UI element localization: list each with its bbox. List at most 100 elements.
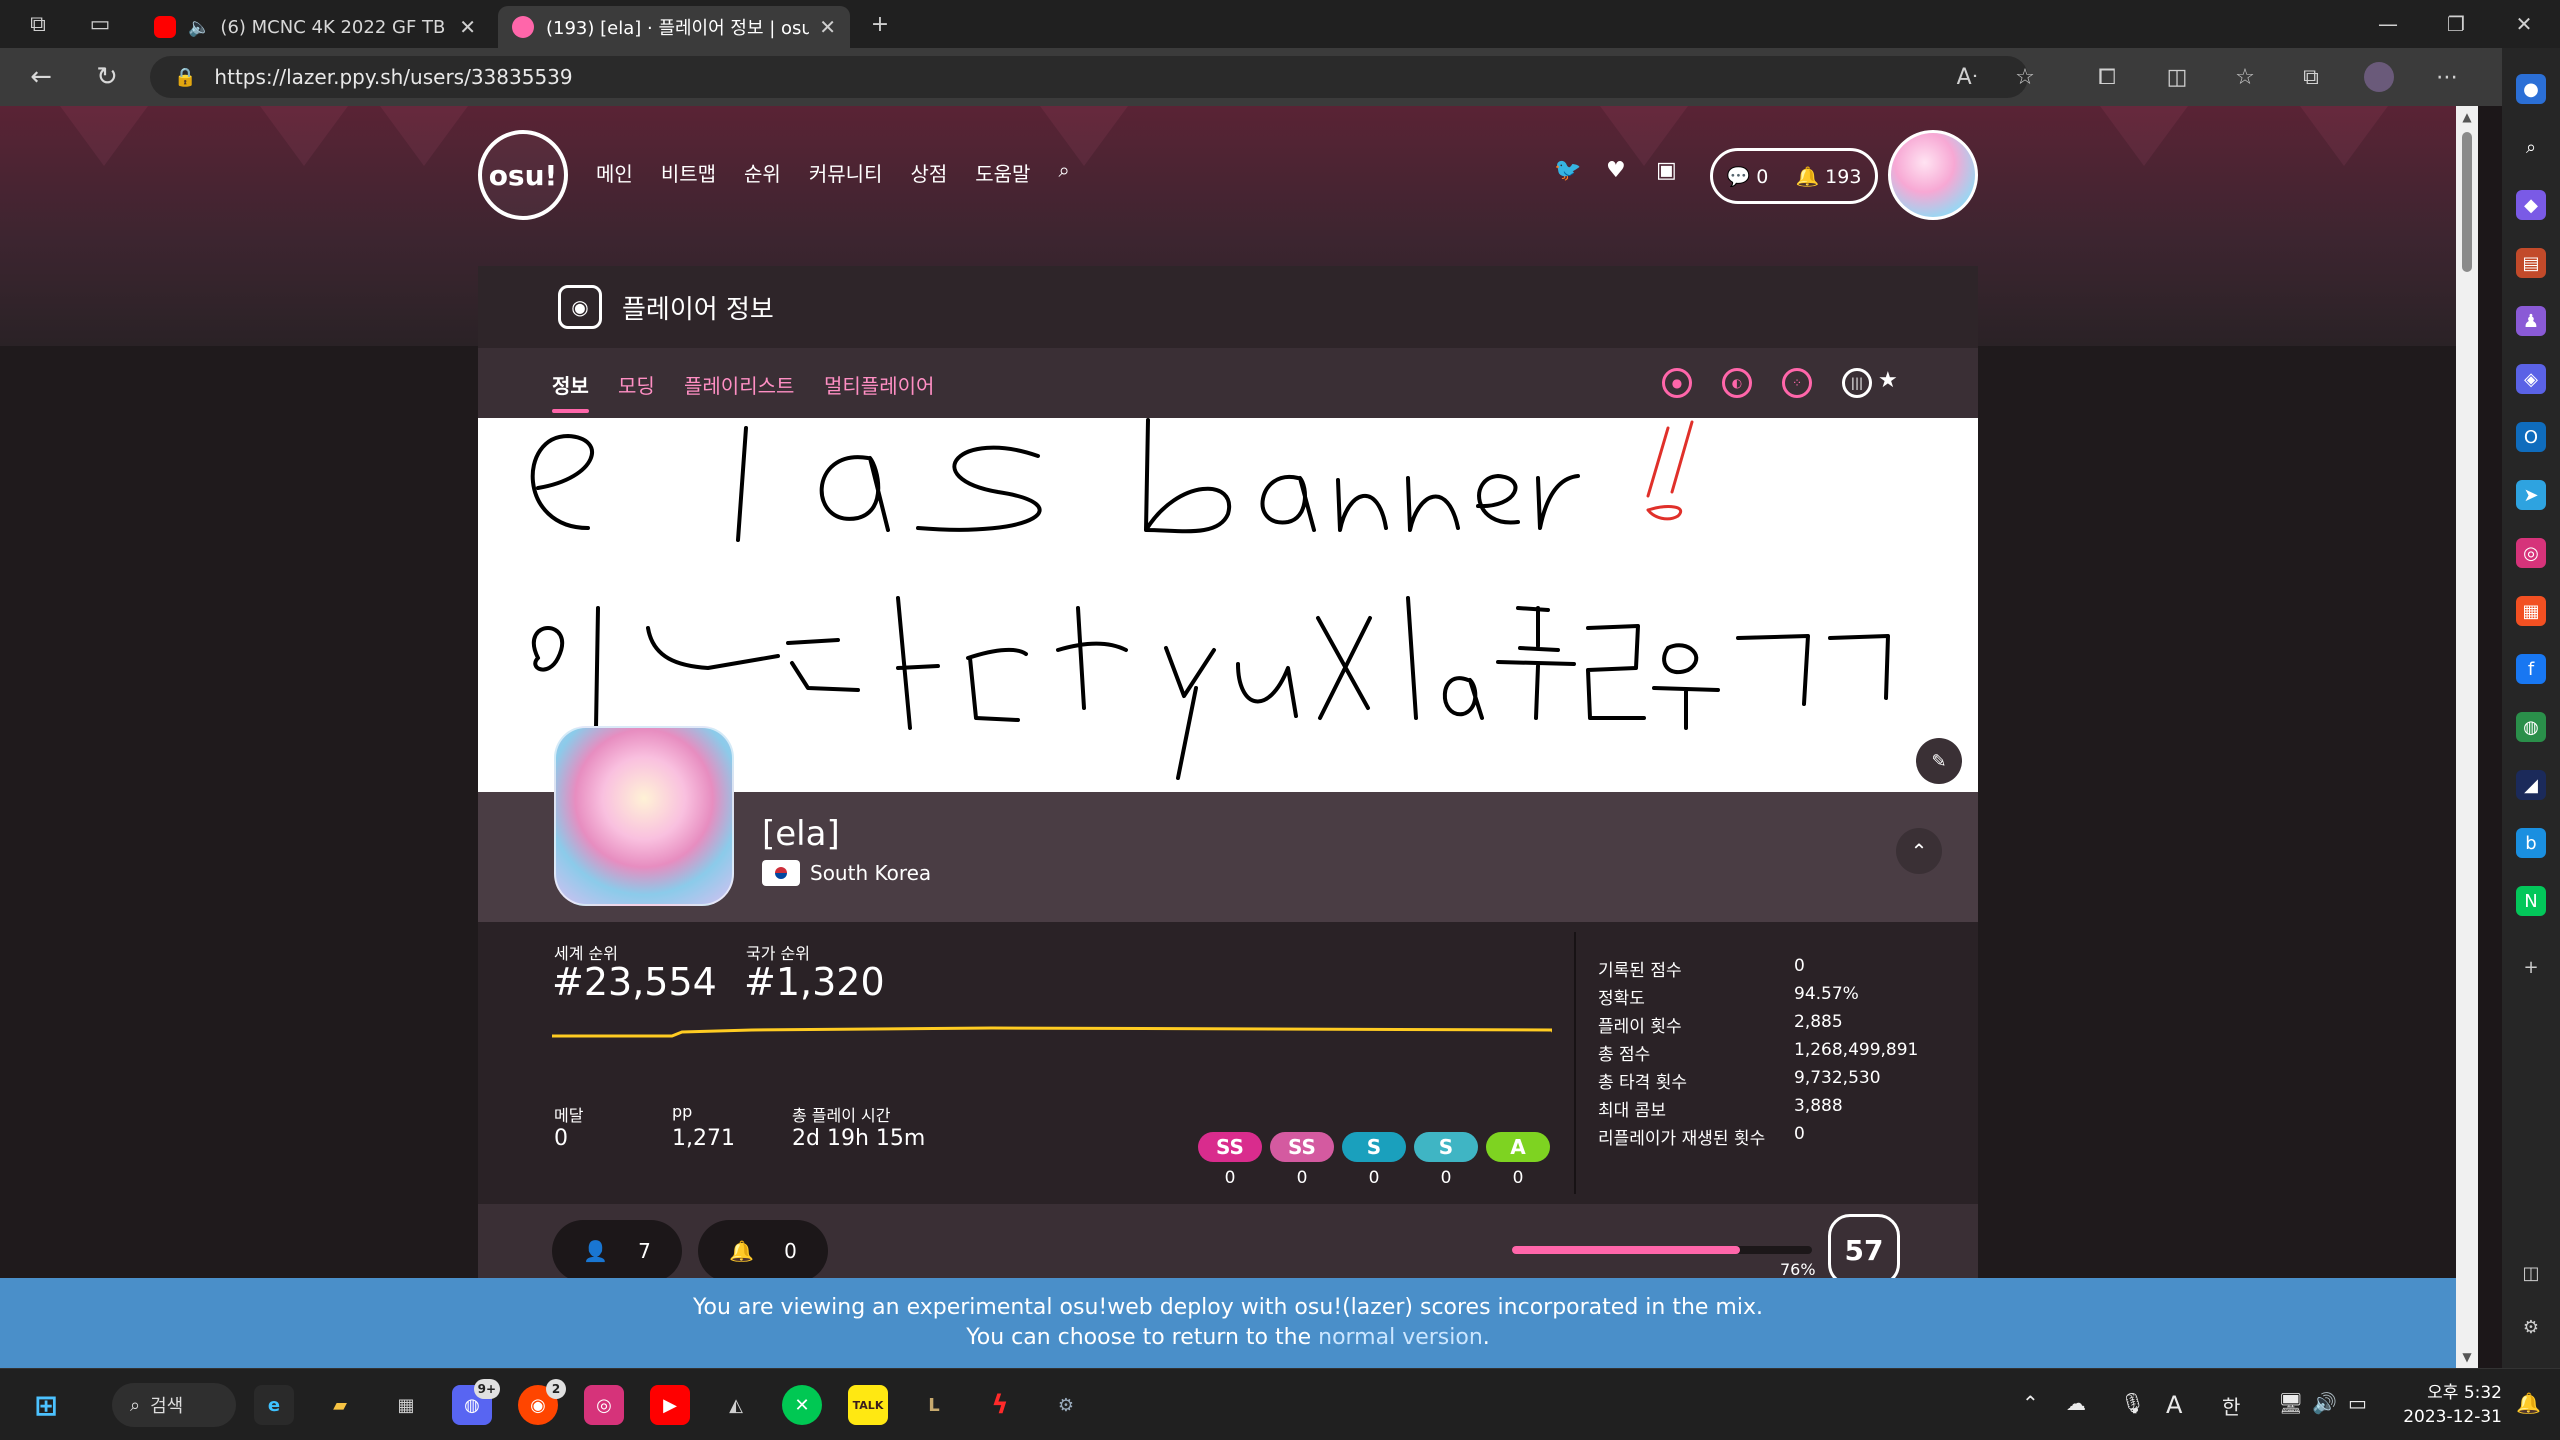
speaker-icon[interactable]: 🔈: [188, 17, 210, 38]
read-aloud-icon[interactable]: Aᐧ: [1950, 60, 1984, 94]
tab-playlists[interactable]: 플레이리스트: [684, 370, 794, 399]
onedrive-icon[interactable]: ☁: [2066, 1391, 2086, 1415]
mode-osu-icon[interactable]: ●: [1662, 368, 1692, 398]
sidebar-tools-icon[interactable]: ▤: [2516, 248, 2546, 278]
discord-icon[interactable]: ◍ 9+: [452, 1379, 500, 1425]
mode-mania-icon[interactable]: |||: [1842, 368, 1872, 398]
settings-icon[interactable]: ⚙: [1046, 1385, 1086, 1425]
browser-tab-osu[interactable]: (193) [ela] · 플레이어 정보 | osu! ✕: [498, 6, 850, 48]
mode-taiko-icon[interactable]: ◐: [1722, 368, 1752, 398]
sidebar-instagram-icon[interactable]: ◎: [2516, 538, 2546, 568]
scrollbar-thumb[interactable]: [2462, 132, 2472, 272]
chat-button[interactable]: 💬 0: [1727, 165, 1769, 188]
favorite-star-icon[interactable]: ☆: [2008, 60, 2042, 94]
extensions-icon[interactable]: ⧠: [2090, 60, 2124, 94]
tab-multiplayer[interactable]: 멀티플레이어: [824, 370, 934, 399]
edge-taskbar-icon[interactable]: e: [254, 1385, 294, 1425]
global-rank-value: #23,554: [552, 960, 717, 1004]
windows-start-icon[interactable]: ⊞: [26, 1385, 66, 1425]
league-icon[interactable]: Ⅼ: [914, 1385, 954, 1425]
sidebar-outlook-icon[interactable]: O: [2516, 422, 2546, 452]
sidebar-facebook-icon[interactable]: f: [2516, 654, 2546, 684]
mapping-subscribe-button[interactable]: 🔔 0: [698, 1220, 828, 1282]
collections-icon[interactable]: ⧉: [2294, 60, 2328, 94]
mode-catch-icon[interactable]: ⁘: [1782, 368, 1812, 398]
clock[interactable]: 오후 5:32 2023-12-31: [2392, 1381, 2502, 1429]
edit-banner-button[interactable]: ✎: [1916, 738, 1962, 784]
battery-icon[interactable]: ▭: [2348, 1391, 2367, 1415]
minimize-icon[interactable]: —: [2354, 0, 2422, 48]
nav-item-rankings[interactable]: 순위: [744, 158, 781, 187]
rank-history-graph[interactable]: [552, 1002, 1552, 1122]
ime-language-icon[interactable]: 한: [2222, 1391, 2240, 1420]
more-menu-icon[interactable]: ⋯: [2430, 60, 2464, 94]
microphone-icon[interactable]: 🎙: [2120, 1391, 2145, 1415]
nav-item-help[interactable]: 도움말: [975, 158, 1030, 187]
normal-version-link[interactable]: normal version: [1318, 1325, 1483, 1350]
file-explorer-icon[interactable]: ▰: [320, 1385, 360, 1425]
browser-tab-youtube[interactable]: 🔈 (6) MCNC 4K 2022 GF TB Re ✕: [140, 6, 490, 48]
sidebar-copilot-icon[interactable]: ◈: [2516, 364, 2546, 394]
scroll-up-icon[interactable]: ▲: [2461, 110, 2473, 124]
language-flag-icon[interactable]: ▣: [1656, 158, 1677, 183]
sidebar-naver-icon[interactable]: N: [2516, 886, 2546, 916]
heart-icon[interactable]: ♥: [1606, 158, 1626, 183]
sidebar-app-icon[interactable]: ◢: [2516, 770, 2546, 800]
tab-modding[interactable]: 모딩: [618, 370, 655, 399]
url-field[interactable]: 🔒 https://lazer.ppy.sh/users/33835539: [150, 56, 2028, 98]
sidebar-search-icon[interactable]: ⌕: [2516, 132, 2546, 162]
youtube-icon[interactable]: ▶: [650, 1385, 690, 1425]
favorites-icon[interactable]: ☆: [2228, 60, 2262, 94]
close-tab-icon[interactable]: ✕: [819, 15, 836, 39]
sidebar-globe-icon[interactable]: ◍: [2516, 712, 2546, 742]
new-tab-icon[interactable]: +: [864, 8, 896, 40]
tab-actions-icon[interactable]: ▭: [84, 8, 116, 40]
followers-button[interactable]: 👤 7: [552, 1220, 682, 1282]
nav-item-community[interactable]: 커뮤니티: [809, 158, 883, 187]
taskbar-search[interactable]: ⌕ 검색: [112, 1383, 236, 1427]
nav-item-home[interactable]: 메인: [596, 158, 633, 187]
ime-mode-icon[interactable]: A: [2166, 1391, 2182, 1419]
sidebar-drop-icon[interactable]: ●: [2516, 74, 2546, 104]
page-scrollbar[interactable]: ▲ ▼: [2456, 106, 2478, 1368]
close-tab-icon[interactable]: ✕: [459, 15, 476, 39]
workspaces-icon[interactable]: ⧉: [22, 8, 54, 40]
reddit-icon[interactable]: ◉ 2: [518, 1379, 566, 1425]
instagram-icon[interactable]: ◎: [584, 1385, 624, 1425]
sidebar-hide-icon[interactable]: ◫: [2516, 1258, 2546, 1288]
tray-overflow-icon[interactable]: ⌃: [2022, 1391, 2039, 1415]
network-icon[interactable]: 🖥: [2278, 1391, 2303, 1415]
refresh-icon[interactable]: ↻: [90, 60, 124, 94]
volume-icon[interactable]: 🔊: [2312, 1391, 2337, 1415]
search-icon[interactable]: ⌕: [1058, 158, 1069, 187]
sidebar-games-icon[interactable]: ♟: [2516, 306, 2546, 336]
green-app-icon[interactable]: ✕: [782, 1385, 822, 1425]
sidebar-send-icon[interactable]: ➤: [2516, 480, 2546, 510]
collapse-header-button[interactable]: ⌃: [1896, 828, 1942, 874]
country[interactable]: South Korea: [762, 860, 931, 886]
profile-avatar-icon[interactable]: [2362, 60, 2396, 94]
sidebar-settings-icon[interactable]: ⚙: [2516, 1312, 2546, 1342]
sidebar-bing-icon[interactable]: b: [2516, 828, 2546, 858]
tab-info[interactable]: 정보: [552, 370, 589, 413]
osu-logo[interactable]: osu!: [478, 130, 568, 220]
stat-value: 9,732,530: [1794, 1068, 1881, 1088]
sidebar-add-icon[interactable]: +: [2516, 952, 2546, 982]
scroll-down-icon[interactable]: ▼: [2461, 1350, 2473, 1364]
app-icon[interactable]: ◭: [716, 1385, 756, 1425]
nav-item-store[interactable]: 상점: [910, 158, 947, 187]
back-icon[interactable]: ←: [24, 60, 58, 94]
store-icon[interactable]: ▦: [386, 1385, 426, 1425]
notification-center-icon[interactable]: 🔔: [2516, 1391, 2541, 1415]
bolt-app-icon[interactable]: ϟ: [980, 1385, 1020, 1425]
sidebar-shopping-icon[interactable]: ◆: [2516, 190, 2546, 220]
maximize-icon[interactable]: ❐: [2422, 0, 2490, 48]
nav-item-beatmaps[interactable]: 비트맵: [661, 158, 716, 187]
split-screen-icon[interactable]: ◫: [2160, 60, 2194, 94]
kakaotalk-icon[interactable]: TALK: [848, 1385, 888, 1425]
sidebar-office-icon[interactable]: ▦: [2516, 596, 2546, 626]
twitter-icon[interactable]: 🐦: [1554, 158, 1581, 183]
close-window-icon[interactable]: ✕: [2490, 0, 2558, 48]
notifications-button[interactable]: 🔔 193: [1795, 165, 1861, 188]
user-menu-avatar[interactable]: [1888, 130, 1978, 220]
